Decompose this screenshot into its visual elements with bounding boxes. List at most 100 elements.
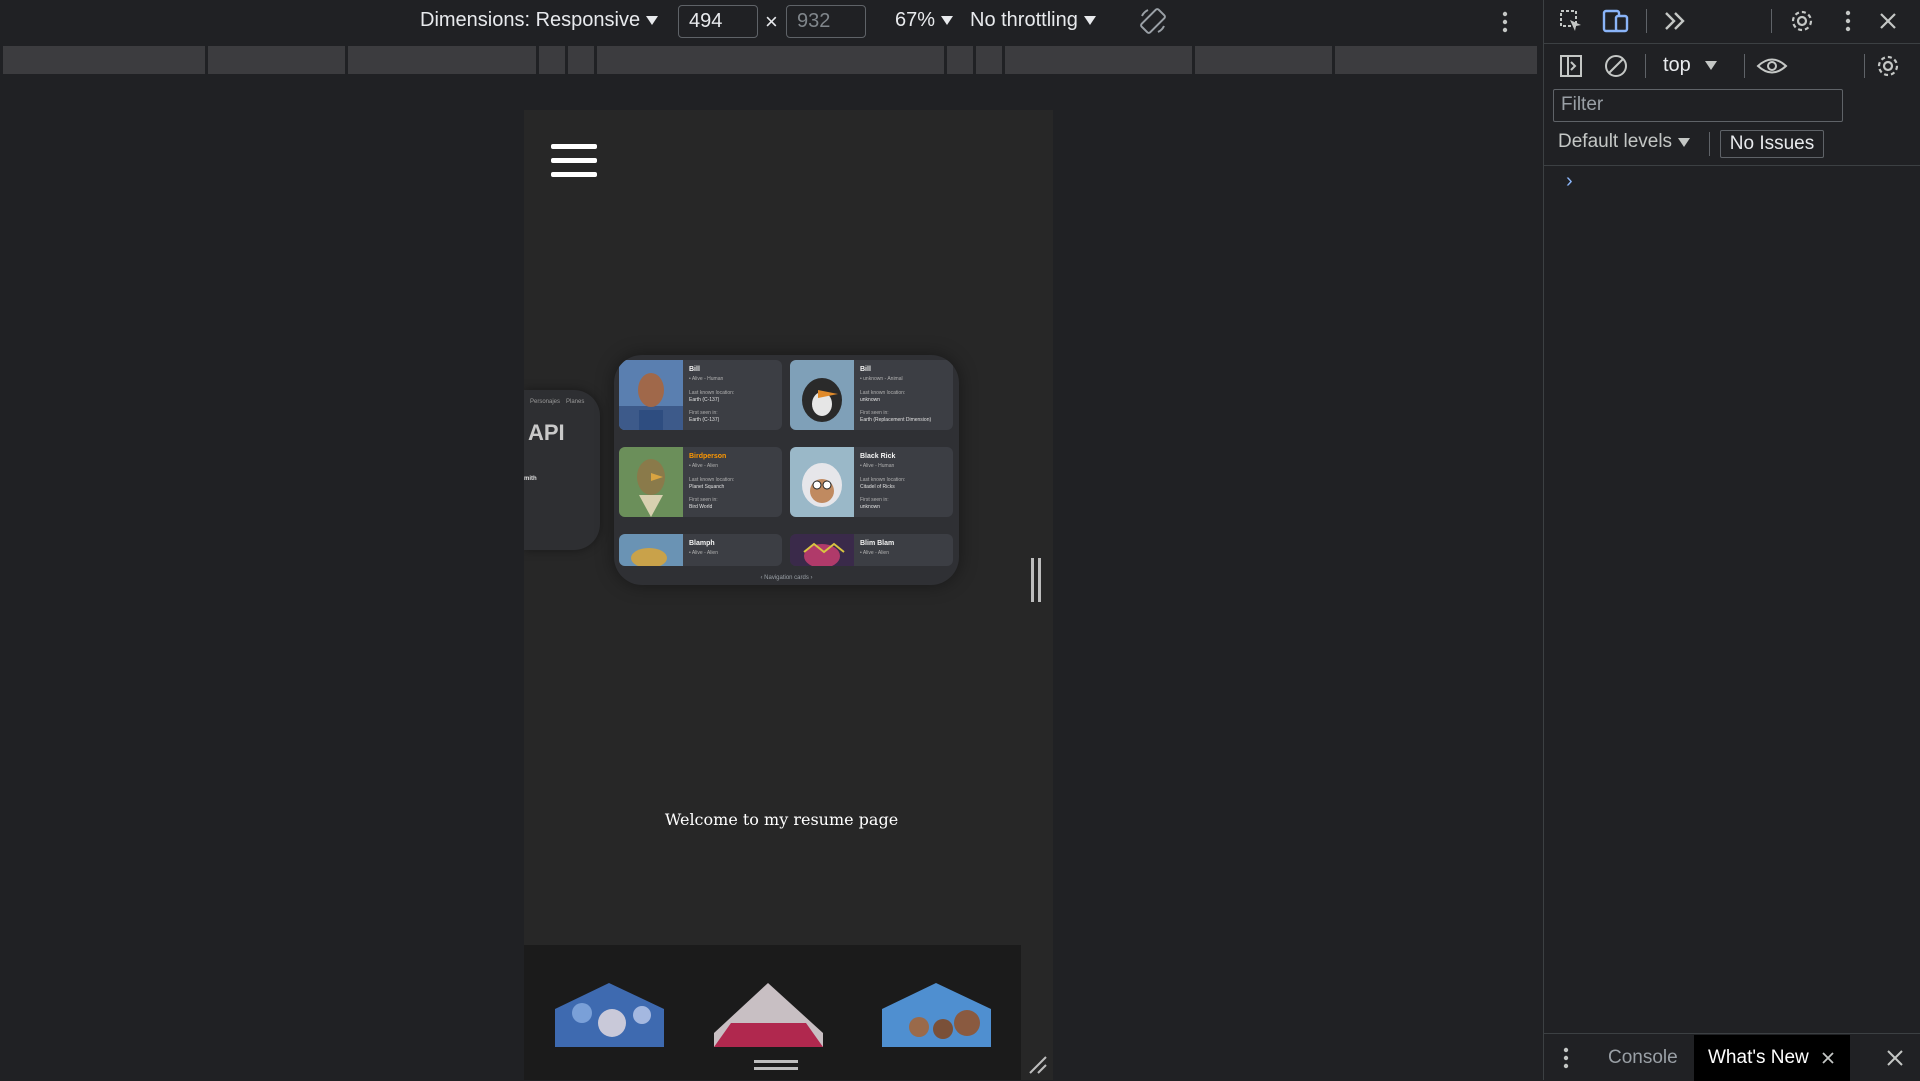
scrollbar-handle[interactable] xyxy=(1031,558,1041,602)
media-query-bar[interactable] xyxy=(3,46,1543,74)
first-seen-label: First seen in: xyxy=(689,497,718,503)
location-value: unknown xyxy=(860,397,881,403)
width-input[interactable]: 494 xyxy=(678,5,758,38)
character-card: Black Rick • Alive - Human Last known lo… xyxy=(790,447,953,517)
close-tab-icon[interactable] xyxy=(1821,1051,1835,1065)
toolbar-separator xyxy=(1771,9,1772,33)
gallery-image-hex[interactable] xyxy=(552,983,667,1047)
sidebar-toggle-icon[interactable] xyxy=(1557,52,1585,80)
location-value: Earth (C-137) xyxy=(689,397,720,403)
rotate-icon[interactable] xyxy=(1138,6,1168,36)
first-seen-value: unknown xyxy=(860,504,881,510)
character-name: Blim Blam xyxy=(860,540,895,547)
settings-gear-icon[interactable] xyxy=(1788,7,1816,35)
character-image xyxy=(619,534,683,566)
carousel-navigation[interactable]: ‹ Navigation cards › xyxy=(614,575,959,581)
close-drawer-icon[interactable] xyxy=(1886,1049,1904,1067)
media-query-segment[interactable] xyxy=(348,46,536,74)
console-prompt-icon[interactable]: › xyxy=(1566,170,1573,193)
carousel-side-card[interactable]: Personajes Planes API mith xyxy=(524,390,600,550)
resize-corner-icon[interactable] xyxy=(1026,1053,1048,1075)
media-query-segment[interactable] xyxy=(947,46,973,74)
side-card-name: mith xyxy=(524,476,537,482)
media-query-segment[interactable] xyxy=(1195,46,1332,74)
media-query-segment[interactable] xyxy=(208,46,345,74)
throttling-dropdown[interactable]: No throttling xyxy=(970,9,1096,32)
character-card: Blim Blam • Alive - Alien xyxy=(790,534,953,566)
zoom-label: 67% xyxy=(895,9,936,31)
customize-menu-icon[interactable] xyxy=(1834,7,1862,35)
first-seen-label: First seen in: xyxy=(860,410,889,416)
device-toolbar-icon[interactable] xyxy=(1602,7,1630,35)
clear-console-icon[interactable] xyxy=(1602,52,1630,80)
log-levels-dropdown[interactable]: Default levels xyxy=(1558,131,1691,153)
more-tabs-icon[interactable] xyxy=(1661,7,1689,35)
project-preview-card[interactable]: Bill • Alive - Human Last known location… xyxy=(614,355,959,585)
character-name: Blamph xyxy=(689,540,715,547)
character-name: Birdperson xyxy=(689,453,727,460)
toolbar-separator xyxy=(1864,54,1865,78)
character-image xyxy=(790,534,854,566)
close-devtools-icon[interactable] xyxy=(1874,7,1902,35)
character-image xyxy=(790,360,854,430)
live-expression-eye-icon[interactable] xyxy=(1752,52,1792,80)
location-value: Citadel of Ricks xyxy=(860,484,895,490)
devtools-panel: top Filter Default levels No Issues › Co… xyxy=(1543,0,1920,1081)
side-card-label: Planes xyxy=(566,399,585,405)
first-seen-label: First seen in: xyxy=(689,410,718,416)
gallery-image-hex[interactable] xyxy=(711,983,826,1047)
chevron-down-icon xyxy=(1083,16,1096,25)
issues-button[interactable]: No Issues xyxy=(1720,130,1824,158)
context-label: top xyxy=(1663,54,1691,76)
first-seen-value: Earth (C-137) xyxy=(689,417,720,423)
gallery-image-hex[interactable] xyxy=(879,983,994,1047)
dimensions-dropdown[interactable]: Dimensions: Responsive xyxy=(420,9,659,32)
location-label: Last known location: xyxy=(689,477,735,483)
character-image xyxy=(619,360,683,430)
media-query-segment[interactable] xyxy=(568,46,594,74)
character-status: • Alive - Human xyxy=(860,463,895,469)
side-card-title: API xyxy=(528,420,565,445)
media-query-segment[interactable] xyxy=(1335,46,1537,74)
character-status: • unknown - Animal xyxy=(860,376,903,382)
media-query-segment[interactable] xyxy=(976,46,1002,74)
media-query-segment[interactable] xyxy=(539,46,565,74)
filter-input[interactable]: Filter xyxy=(1553,89,1843,122)
device-emulation-area: Dimensions: Responsive 494 × 932 67% No … xyxy=(0,0,1543,1080)
emulated-page-viewport: Personajes Planes API mith Bill • Alive … xyxy=(524,110,1053,1080)
media-query-segment[interactable] xyxy=(1005,46,1192,74)
zoom-dropdown[interactable]: 67% xyxy=(895,9,954,32)
height-input[interactable]: 932 xyxy=(786,5,866,38)
character-name: Bill xyxy=(689,366,700,373)
location-value: Planet Squanch xyxy=(689,484,725,490)
divider xyxy=(1544,165,1920,166)
character-card: Bill • unknown - Animal Last known locat… xyxy=(790,360,953,430)
first-seen-label: First seen in: xyxy=(860,497,889,503)
chevron-down-icon xyxy=(941,16,954,25)
media-query-segment[interactable] xyxy=(3,46,205,74)
location-label: Last known location: xyxy=(860,477,906,483)
console-settings-gear-icon[interactable] xyxy=(1874,52,1902,80)
toolbar-separator xyxy=(1744,54,1745,78)
device-toolbar: Dimensions: Responsive 494 × 932 67% No … xyxy=(0,0,1543,43)
more-options-icon[interactable] xyxy=(1500,10,1510,34)
inspect-element-icon[interactable] xyxy=(1557,7,1585,35)
character-status: • Alive - Alien xyxy=(689,463,718,469)
toolbar-separator xyxy=(1645,54,1646,78)
media-query-segment[interactable] xyxy=(597,46,944,74)
toolbar-separator xyxy=(1709,132,1710,156)
tab-whats-new-label: What's New xyxy=(1708,1047,1809,1068)
chevron-down-icon xyxy=(646,16,659,25)
character-card: Blamph • Alive - Alien xyxy=(619,534,782,566)
tab-whats-new[interactable]: What's New xyxy=(1694,1035,1850,1081)
tab-console[interactable]: Console xyxy=(1594,1035,1692,1081)
chevron-down-icon xyxy=(1678,137,1691,147)
hamburger-menu-icon[interactable] xyxy=(551,144,597,178)
first-seen-value: Earth (Replacement Dimension) xyxy=(860,417,932,423)
divider xyxy=(1544,43,1920,44)
resize-handle-bottom[interactable] xyxy=(754,1060,798,1070)
character-card: Bill • Alive - Human Last known location… xyxy=(619,360,782,430)
drawer-menu-icon[interactable] xyxy=(1562,1046,1570,1070)
context-selector[interactable]: top xyxy=(1663,54,1717,77)
character-name: Bill xyxy=(860,366,871,373)
